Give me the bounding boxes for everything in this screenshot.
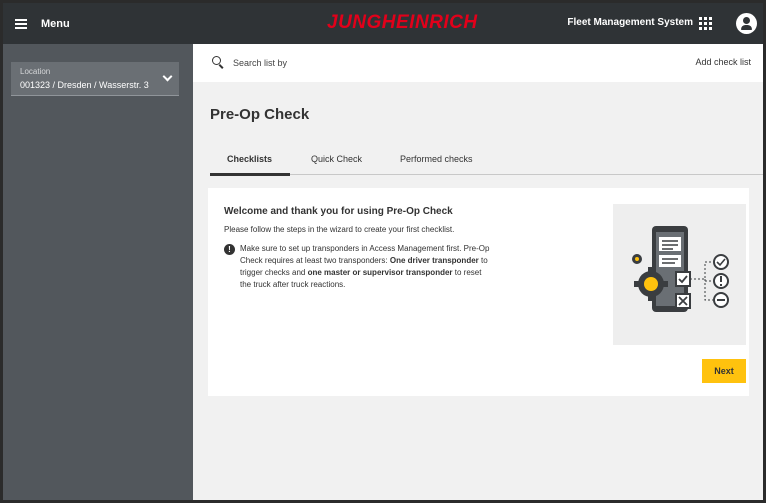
page-title: Pre-Op Check bbox=[210, 106, 310, 123]
wizard-instruction: Please follow the steps in the wizard to… bbox=[224, 225, 455, 234]
location-select[interactable]: Location 001323 / Dresden / Wasserstr. 3 bbox=[11, 62, 179, 96]
tab-checklists[interactable]: Checklists bbox=[227, 154, 272, 164]
welcome-heading: Welcome and thank you for using Pre-Op C… bbox=[224, 206, 453, 217]
location-value: 001323 / Dresden / Wasserstr. 3 bbox=[20, 80, 149, 90]
tab-bar: Checklists Quick Check Performed checks bbox=[210, 149, 763, 176]
main-content: Add check list Pre-Op Check Checklists Q… bbox=[193, 44, 763, 500]
search-bar: Add check list bbox=[193, 44, 763, 82]
next-button[interactable]: Next bbox=[702, 359, 746, 383]
location-label: Location bbox=[20, 67, 51, 76]
brand-logo: JUNGHEINRICH bbox=[327, 12, 478, 33]
welcome-card: Welcome and thank you for using Pre-Op C… bbox=[208, 188, 749, 396]
tab-performed-checks[interactable]: Performed checks bbox=[400, 154, 473, 164]
app-window: Menu JUNGHEINRICH Fleet Management Syste… bbox=[3, 3, 763, 500]
tab-quick-check[interactable]: Quick Check bbox=[311, 154, 362, 164]
chevron-down-icon bbox=[162, 71, 173, 82]
sidebar: Location 001323 / Dresden / Wasserstr. 3 bbox=[3, 44, 193, 500]
hamburger-icon bbox=[15, 19, 27, 29]
active-tab-indicator bbox=[210, 173, 290, 176]
menu-label: Menu bbox=[41, 18, 70, 30]
menu-button[interactable]: Menu bbox=[15, 15, 70, 33]
search-input[interactable] bbox=[233, 54, 533, 72]
search-icon bbox=[212, 56, 221, 65]
transponder-note: Make sure to set up transponders in Acce… bbox=[240, 244, 490, 289]
top-bar: Menu JUNGHEINRICH Fleet Management Syste… bbox=[3, 3, 763, 44]
exclamation-icon: ! bbox=[224, 244, 235, 255]
user-avatar-icon[interactable] bbox=[736, 13, 757, 34]
add-checklist-link[interactable]: Add check list bbox=[695, 57, 751, 67]
app-name: Fleet Management System bbox=[567, 17, 693, 28]
app-grid-icon[interactable] bbox=[699, 17, 712, 30]
checklist-illustration bbox=[613, 204, 746, 345]
